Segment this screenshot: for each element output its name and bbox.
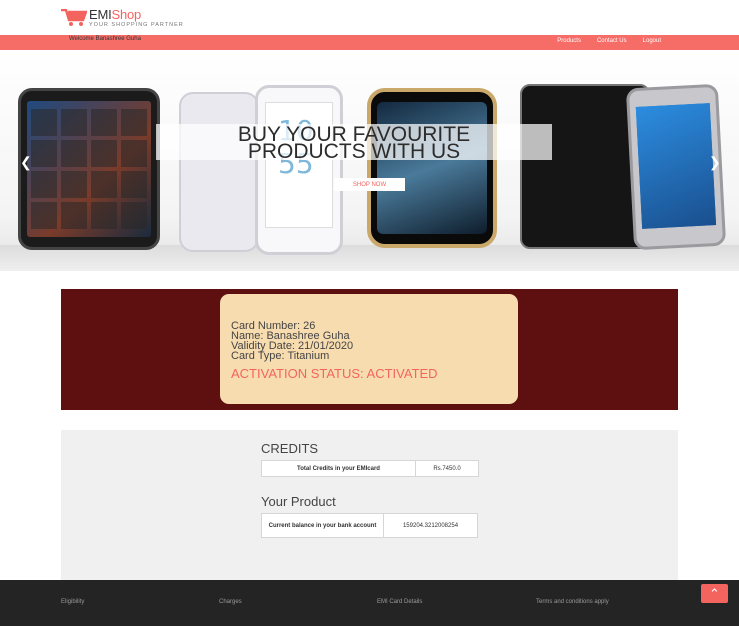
phone-image [179,92,259,252]
nav-link-products[interactable]: Products [557,38,581,44]
phone-image [367,88,497,248]
credits-value: Rs.7450.0 [415,460,479,477]
chevron-right-icon[interactable]: ❯ [709,154,721,171]
card-type: Card Type: Titanium [231,350,330,362]
brand-tagline: YOUR SHOPPING PARTNER [89,22,184,28]
nav-link-contact-us[interactable]: Contact Us [597,38,627,44]
product-table: Current balance in your bank account 159… [261,513,478,538]
phone-image [18,88,160,250]
footer-link-terms[interactable]: Terms and conditions apply [536,599,609,605]
banner-line-2: PRODUCTS WITH US [247,140,461,163]
shopping-cart-icon [61,9,87,26]
hero-carousel: 1055 BUY YOUR FAVOURITE PRODUCTS WITH US… [0,50,739,271]
credits-table: Total Credits in your EMIcard Rs.7450.0 [261,460,479,477]
activation-status: ACTIVATION STATUS: ACTIVATED [231,366,438,381]
credits-section: CREDITS Total Credits in your EMIcard Rs… [61,430,678,580]
table-row: Current balance in your bank account 159… [261,513,478,538]
nav-links: Products Contact Us Logout [557,38,661,44]
logo[interactable]: EMIShop YOUR SHOPPING PARTNER [61,7,201,31]
chevron-left-icon[interactable]: ❮ [20,154,32,171]
footer-link-eligibility[interactable]: Eligibility [61,599,84,605]
chevron-up-icon: ⌃ [709,586,720,601]
scroll-to-top-button[interactable]: ⌃ [701,584,728,603]
brand-name: EMIShop [89,7,142,22]
credits-heading: CREDITS [261,441,319,456]
nav-link-logout[interactable]: Logout [643,38,661,44]
site-footer: Eligibility Charges EMI Card Details Ter… [0,580,739,626]
product-heading: Your Product [261,494,336,509]
balance-label: Current balance in your bank account [261,513,384,538]
balance-value: 159204.3212008254 [383,513,478,538]
phone-image: 1055 [255,85,343,255]
site-header: EMIShop YOUR SHOPPING PARTNER [0,0,739,35]
table-row: Total Credits in your EMIcard Rs.7450.0 [261,460,479,477]
nav-bar: Welcome Banashree Guha Products Contact … [0,35,739,50]
emi-card: Card Number: 26 Name: Banashree Guha Val… [220,294,518,404]
credits-label: Total Credits in your EMIcard [261,460,416,477]
shop-now-button[interactable]: SHOP NOW [334,178,405,191]
welcome-text: Welcome Banashree Guha [69,36,141,42]
card-section: Card Number: 26 Name: Banashree Guha Val… [61,289,678,410]
hero-banner: BUY YOUR FAVOURITE PRODUCTS WITH US [156,124,552,163]
footer-link-charges[interactable]: Charges [219,599,242,605]
footer-link-emi-card-details[interactable]: EMI Card Details [377,599,422,605]
